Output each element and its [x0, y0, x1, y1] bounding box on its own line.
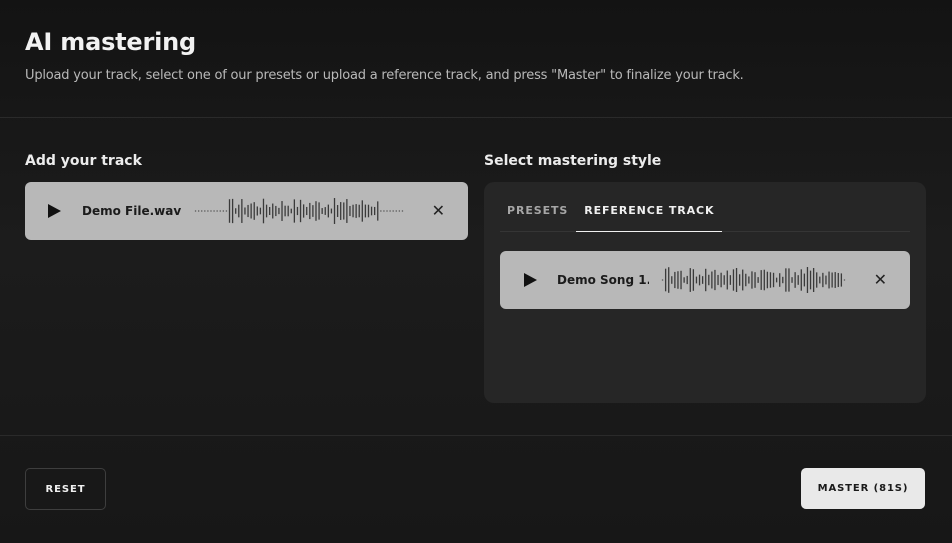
- reference-file-name: Demo Song 1....: [557, 273, 649, 287]
- close-icon[interactable]: ✕: [432, 203, 445, 219]
- waveform-icon[interactable]: [194, 196, 404, 226]
- page-subtitle: Upload your track, select one of our pre…: [25, 68, 744, 83]
- play-icon[interactable]: [48, 204, 61, 218]
- style-tabs: PRESETS REFERENCE TRACK: [500, 200, 910, 232]
- tab-reference-track[interactable]: REFERENCE TRACK: [576, 200, 723, 232]
- page-header: AI mastering Upload your track, select o…: [25, 28, 744, 83]
- add-track-label: Add your track: [25, 153, 142, 169]
- play-icon[interactable]: [524, 273, 537, 287]
- uploaded-track-card: Demo File.wav ✕: [25, 182, 468, 240]
- top-divider: [0, 117, 952, 118]
- track-file-name: Demo File.wav: [82, 204, 182, 218]
- tab-presets[interactable]: PRESETS: [500, 200, 576, 231]
- reset-button[interactable]: RESET: [25, 468, 106, 510]
- waveform-icon[interactable]: [661, 265, 846, 295]
- close-icon[interactable]: ✕: [874, 272, 887, 288]
- page-title: AI mastering: [25, 28, 197, 56]
- bottom-divider: [0, 435, 952, 436]
- master-button[interactable]: MASTER (81S): [801, 468, 925, 509]
- mastering-style-label: Select mastering style: [484, 153, 662, 169]
- reference-track-card: Demo Song 1.... ✕: [500, 251, 910, 309]
